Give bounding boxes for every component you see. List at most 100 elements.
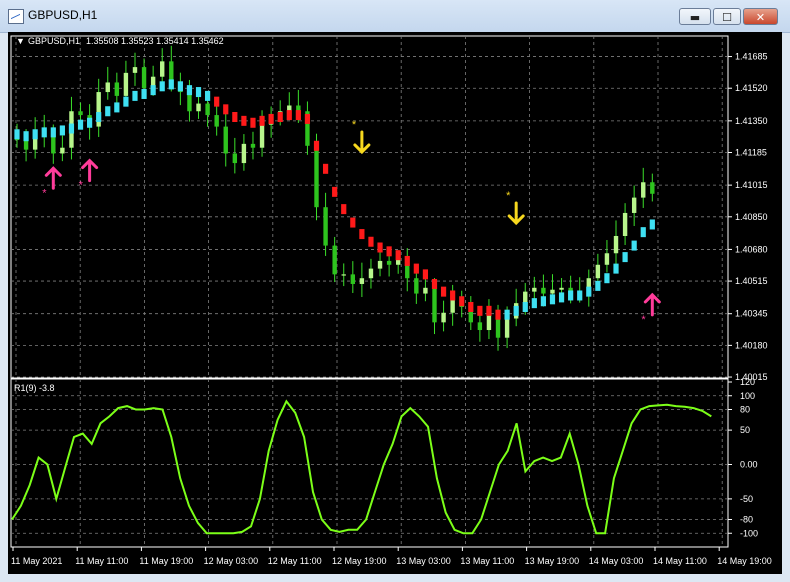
- time-tick-label: 13 May 03:00: [396, 556, 451, 566]
- price-tick-label: 1.41520: [735, 83, 768, 93]
- ma-segment: [540, 296, 547, 307]
- bull-candle: [523, 291, 528, 304]
- bull-candle: [641, 182, 646, 198]
- bull-candle: [441, 312, 446, 323]
- bear-candle: [232, 153, 238, 164]
- bear-candle: [650, 182, 655, 194]
- price-tick-label: 1.41350: [735, 116, 768, 126]
- ma-segment: [531, 298, 537, 309]
- bull-candle: [631, 197, 637, 213]
- ma-segment: [359, 229, 365, 240]
- chart-canvas[interactable]: * * * * * 1.41685 1.41520 1.41350 1.41185 1.4101…: [8, 32, 782, 574]
- ma-segment: [277, 112, 283, 123]
- ma-segment: [386, 246, 392, 257]
- ma-segment: [368, 236, 374, 247]
- chart-window[interactable]: * * * * * 1.41685 1.41520 1.41350 1.41185 1.4101…: [8, 32, 782, 574]
- bull-candle: [377, 260, 383, 269]
- bear-candle: [350, 274, 356, 284]
- osc-tick-label: 50: [740, 425, 750, 435]
- ma-segment: [459, 296, 465, 307]
- buy-star-icon: *: [79, 180, 84, 192]
- price-tick-label: 1.41185: [735, 148, 767, 158]
- time-tick-label: 12 May 11:00: [268, 556, 322, 566]
- time-tick-label: 14 May 11:00: [653, 556, 707, 566]
- time-tick-label: 14 May 19:00: [717, 556, 772, 566]
- ma-segment: [341, 204, 347, 215]
- ma-segment: [649, 219, 655, 230]
- ma-segment: [286, 110, 292, 121]
- time-tick-label: 12 May 03:00: [204, 556, 259, 566]
- osc-frame: [10, 378, 729, 548]
- bull-candle: [550, 289, 555, 294]
- osc-tick-label: 80: [740, 405, 750, 415]
- bull-candle: [196, 103, 201, 112]
- bear-candle: [114, 82, 120, 96]
- sell-arrow: [507, 201, 525, 226]
- bear-candle: [314, 145, 319, 208]
- ma-segment: [186, 85, 193, 96]
- bear-candle: [386, 260, 392, 265]
- bear-candle: [332, 245, 337, 275]
- ma-segment: [232, 112, 238, 123]
- bear-candle: [414, 278, 419, 294]
- osc-tick-label: 100: [740, 391, 755, 401]
- bear-candle: [477, 322, 483, 331]
- ma-segment: [440, 286, 447, 297]
- bull-candle: [105, 82, 110, 93]
- ma-segment: [413, 263, 419, 274]
- bull-candle: [613, 235, 619, 254]
- chart-window-icon: [8, 9, 24, 24]
- ma-segment: [259, 115, 265, 126]
- ma-segment: [513, 305, 519, 316]
- bull-candle: [486, 314, 492, 331]
- oscillator-series: [11, 399, 712, 535]
- ma-segment: [332, 186, 338, 197]
- bull-candle: [341, 274, 346, 276]
- price-tick-label: 1.40850: [735, 212, 768, 222]
- price-tick-label: 1.40180: [735, 340, 768, 350]
- minimize-button[interactable]: ▬: [679, 8, 711, 25]
- ma-segment: [613, 263, 619, 274]
- oscillator-grid: [10, 378, 729, 548]
- ma-segment: [468, 301, 474, 312]
- ma-segment: [604, 273, 610, 284]
- ma-segment: [214, 96, 220, 107]
- window-titlebar: GBPUSD,H1 ▬ ☐ ✕: [0, 0, 790, 33]
- candles-layer: [14, 45, 655, 351]
- ma-segment: [295, 110, 301, 121]
- bull-candle: [559, 287, 564, 290]
- ma-segment: [96, 112, 102, 123]
- ma-segment: [495, 309, 501, 320]
- bear-candle: [541, 287, 546, 294]
- bear-candle: [432, 287, 437, 323]
- price-tick-label: 1.40680: [735, 244, 768, 254]
- bull-candle: [359, 278, 365, 284]
- ma-segment: [322, 163, 329, 174]
- ma-segment: [241, 115, 247, 126]
- osc-tick-label: 120: [740, 377, 755, 387]
- close-button[interactable]: ✕: [743, 8, 778, 25]
- ma-segment: [59, 125, 65, 136]
- osc-tick-label: -100: [740, 528, 758, 538]
- ma-segment: [50, 127, 56, 138]
- chart-ohlc: 1.35508 1.35523 1.35414 1.35462: [86, 36, 224, 46]
- bull-candle: [60, 147, 65, 154]
- time-tick-label: 11 May 2021: [11, 556, 62, 566]
- ma-segment: [395, 250, 401, 261]
- ma-segment: [558, 292, 565, 303]
- sell-star-icon: *: [352, 119, 357, 131]
- maximize-button[interactable]: ☐: [713, 8, 741, 25]
- bear-candle: [141, 67, 147, 89]
- ma-segment: [450, 290, 456, 301]
- sell-star-icon: *: [506, 190, 511, 202]
- ma-segment: [150, 85, 156, 96]
- bull-candle: [595, 264, 601, 279]
- ma-segment: [41, 127, 47, 138]
- bull-candle: [132, 67, 138, 73]
- ma-segment: [586, 286, 592, 297]
- time-tick-label: 13 May 19:00: [525, 556, 580, 566]
- bull-candle: [450, 299, 455, 313]
- header-collapse-icon[interactable]: ▼: [16, 36, 25, 46]
- bull-candle: [622, 212, 628, 236]
- bear-candle: [250, 143, 256, 148]
